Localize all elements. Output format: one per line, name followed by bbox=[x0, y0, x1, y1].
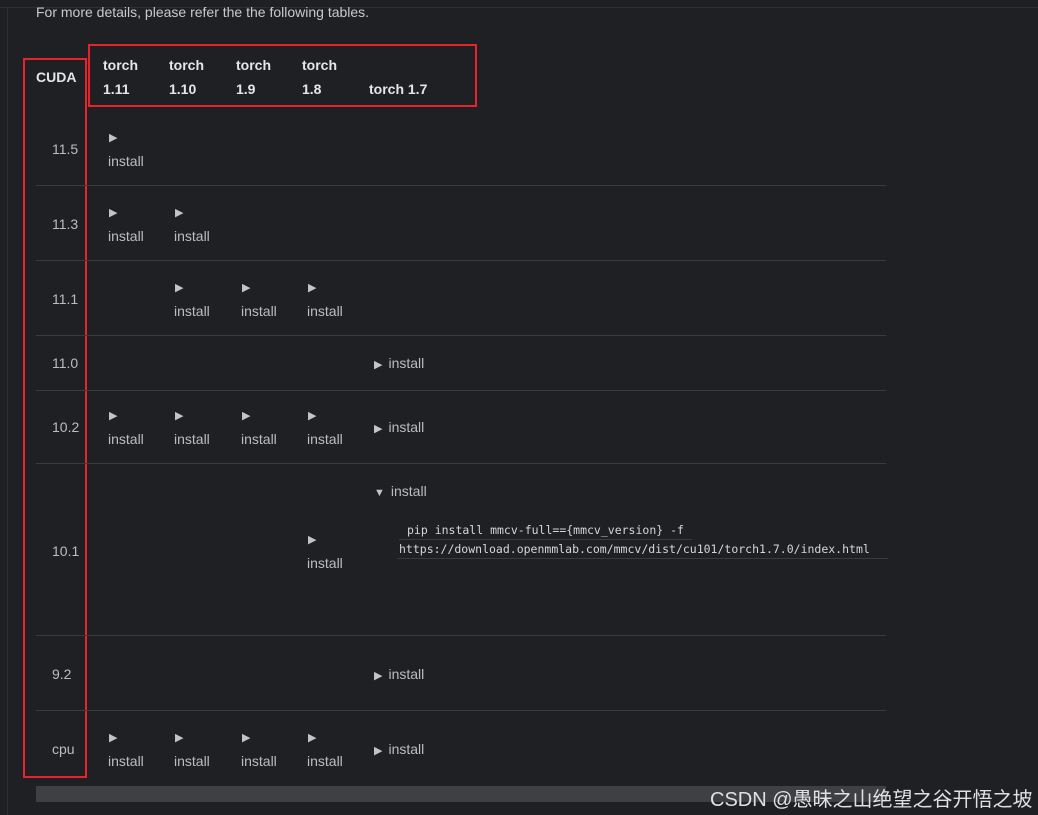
install-toggle[interactable]: ▶ install bbox=[174, 731, 210, 769]
install-toggle[interactable]: ▶ install bbox=[241, 731, 277, 769]
install-label: install bbox=[388, 419, 425, 435]
install-label: install bbox=[174, 228, 210, 244]
install-label: install bbox=[174, 753, 210, 769]
row-divider bbox=[36, 463, 886, 464]
install-toggle[interactable]: ▶ install bbox=[108, 206, 144, 244]
row-divider bbox=[36, 390, 886, 391]
install-toggle-expanded[interactable]: ▼ install bbox=[374, 483, 427, 499]
row-divider bbox=[36, 260, 886, 261]
install-toggle[interactable]: ▶ install bbox=[174, 281, 210, 319]
install-toggle[interactable]: ▶ install bbox=[174, 409, 210, 447]
install-label: install bbox=[241, 303, 277, 319]
install-toggle[interactable]: ▶ install bbox=[374, 741, 424, 757]
cuda-version-cpu: cpu bbox=[52, 741, 75, 757]
triangle-right-icon: ▶ bbox=[308, 534, 317, 546]
triangle-right-icon: ▶ bbox=[175, 282, 184, 294]
triangle-right-icon: ▶ bbox=[308, 282, 317, 294]
cuda-version-10-2: 10.2 bbox=[52, 419, 80, 435]
install-toggle[interactable]: ▶ install bbox=[307, 281, 343, 319]
triangle-right-icon: ▶ bbox=[109, 132, 118, 144]
cuda-version-11-0: 11.0 bbox=[52, 355, 79, 371]
install-label: install bbox=[108, 753, 144, 769]
install-label: install bbox=[108, 431, 144, 447]
triangle-right-icon: ▶ bbox=[175, 410, 184, 422]
highlight-box-torch-header bbox=[88, 44, 477, 107]
install-label: install bbox=[174, 431, 210, 447]
install-label: install bbox=[307, 303, 343, 319]
triangle-right-icon: ▶ bbox=[175, 732, 184, 744]
row-divider bbox=[36, 335, 886, 336]
intro-text: For more details, please refer the the f… bbox=[36, 4, 370, 20]
triangle-right-icon: ▶ bbox=[109, 732, 118, 744]
install-toggle[interactable]: ▶ install bbox=[108, 731, 144, 769]
install-toggle[interactable]: ▶ install bbox=[241, 409, 277, 447]
triangle-right-icon: ▶ bbox=[175, 207, 184, 219]
install-toggle[interactable]: ▶ install bbox=[108, 409, 144, 447]
install-label: install bbox=[108, 153, 144, 169]
cuda-version-9-2: 9.2 bbox=[52, 666, 72, 682]
triangle-right-icon: ▶ bbox=[308, 732, 317, 744]
triangle-right-icon: ▶ bbox=[109, 207, 118, 219]
triangle-right-icon: ▶ bbox=[242, 410, 251, 422]
triangle-right-icon: ▶ bbox=[242, 282, 251, 294]
install-toggle[interactable]: ▶ install bbox=[108, 131, 144, 169]
install-command-line2: https://download.openmmlab.com/mmcv/dist… bbox=[397, 542, 888, 559]
install-label: install bbox=[241, 431, 277, 447]
install-label: install bbox=[388, 666, 425, 682]
install-toggle[interactable]: ▶ install bbox=[307, 409, 343, 447]
cuda-version-11-3: 11.3 bbox=[52, 216, 79, 232]
install-label: install bbox=[174, 303, 210, 319]
triangle-right-icon: ▶ bbox=[374, 359, 383, 371]
watermark: CSDN @愚昧之山绝望之谷开悟之坡 bbox=[710, 789, 1033, 811]
install-label: install bbox=[388, 741, 425, 757]
install-toggle[interactable]: ▶ install bbox=[174, 206, 210, 244]
triangle-right-icon: ▶ bbox=[242, 732, 251, 744]
install-toggle[interactable]: ▶ install bbox=[241, 281, 277, 319]
left-border bbox=[7, 7, 8, 815]
install-toggle[interactable]: ▶ install bbox=[307, 533, 343, 571]
row-divider bbox=[36, 710, 886, 711]
install-label: install bbox=[390, 483, 427, 499]
install-toggle[interactable]: ▶ install bbox=[374, 666, 424, 682]
install-command-line1: pip install mmcv-full=={mmcv_version} -f bbox=[399, 523, 692, 540]
install-toggle[interactable]: ▶ install bbox=[374, 419, 424, 435]
triangle-right-icon: ▶ bbox=[374, 745, 383, 757]
cuda-version-11-1: 11.1 bbox=[52, 291, 79, 307]
cuda-version-10-1: 10.1 bbox=[52, 543, 80, 559]
triangle-right-icon: ▶ bbox=[374, 423, 383, 435]
install-label: install bbox=[307, 555, 343, 571]
install-label: install bbox=[307, 753, 343, 769]
row-divider bbox=[36, 185, 886, 186]
install-label: install bbox=[307, 431, 343, 447]
triangle-right-icon: ▶ bbox=[374, 670, 383, 682]
row-divider bbox=[36, 635, 886, 636]
install-toggle[interactable]: ▶ install bbox=[307, 731, 343, 769]
triangle-right-icon: ▶ bbox=[109, 410, 118, 422]
install-label: install bbox=[241, 753, 277, 769]
triangle-down-icon: ▼ bbox=[374, 487, 385, 499]
triangle-right-icon: ▶ bbox=[308, 410, 317, 422]
install-toggle[interactable]: ▶ install bbox=[374, 355, 424, 371]
cuda-version-11-5: 11.5 bbox=[52, 141, 79, 157]
install-label: install bbox=[388, 355, 425, 371]
install-label: install bbox=[108, 228, 144, 244]
